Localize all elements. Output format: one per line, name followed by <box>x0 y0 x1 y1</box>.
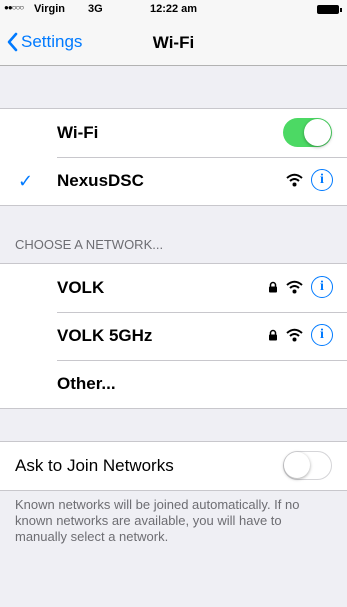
toggle-knob <box>284 452 310 478</box>
network-info-button[interactable]: i <box>311 169 333 191</box>
lock-icon <box>269 281 277 293</box>
wifi-signal-icon <box>286 328 303 342</box>
network-info-button[interactable]: i <box>311 324 333 346</box>
page-title: Wi-Fi <box>152 33 195 52</box>
navigation-bar: Settings Wi-Fi <box>0 20 347 66</box>
wifi-toggle[interactable] <box>283 118 332 147</box>
wifi-signal-icon <box>286 280 303 294</box>
network-row[interactable]: VOLK 5GHz i <box>0 312 347 360</box>
other-network-label: Other... <box>57 374 116 393</box>
wifi-signal-icon <box>286 173 303 187</box>
connected-network-row[interactable]: ✓ NexusDSC i <box>0 157 347 205</box>
status-time: 12:22 am <box>149 3 198 15</box>
wifi-toggle-row: Wi-Fi <box>0 109 347 157</box>
networks-section-header: CHOOSE A NETWORK... <box>15 237 164 252</box>
wifi-label: Wi-Fi <box>57 123 99 142</box>
toggle-knob <box>304 119 331 146</box>
network-row[interactable]: VOLK i <box>0 264 347 312</box>
ask-to-join-footer: Known networks will be joined automatica… <box>15 497 300 544</box>
battery-icon <box>317 5 342 14</box>
wifi-group: Wi-Fi ✓ NexusDSC i <box>0 108 347 206</box>
checkmark-icon: ✓ <box>18 171 34 191</box>
lock-icon <box>269 329 277 341</box>
other-network-row[interactable]: Other... <box>0 360 347 408</box>
network-info-button[interactable]: i <box>311 276 333 298</box>
connected-network-name: NexusDSC <box>57 171 144 190</box>
ask-to-join-toggle[interactable] <box>283 451 332 480</box>
ask-to-join-label: Ask to Join Networks <box>15 456 174 475</box>
ask-to-join-group: Ask to Join Networks <box>0 441 347 491</box>
status-bar: ●●○○○ Virgin 3G 12:22 am <box>0 0 347 20</box>
network-name: VOLK 5GHz <box>57 326 153 345</box>
networks-group: VOLK i VOLK 5GHz i Other... <box>0 263 347 409</box>
network-name: VOLK <box>57 278 105 297</box>
ask-to-join-row: Ask to Join Networks <box>0 442 347 490</box>
